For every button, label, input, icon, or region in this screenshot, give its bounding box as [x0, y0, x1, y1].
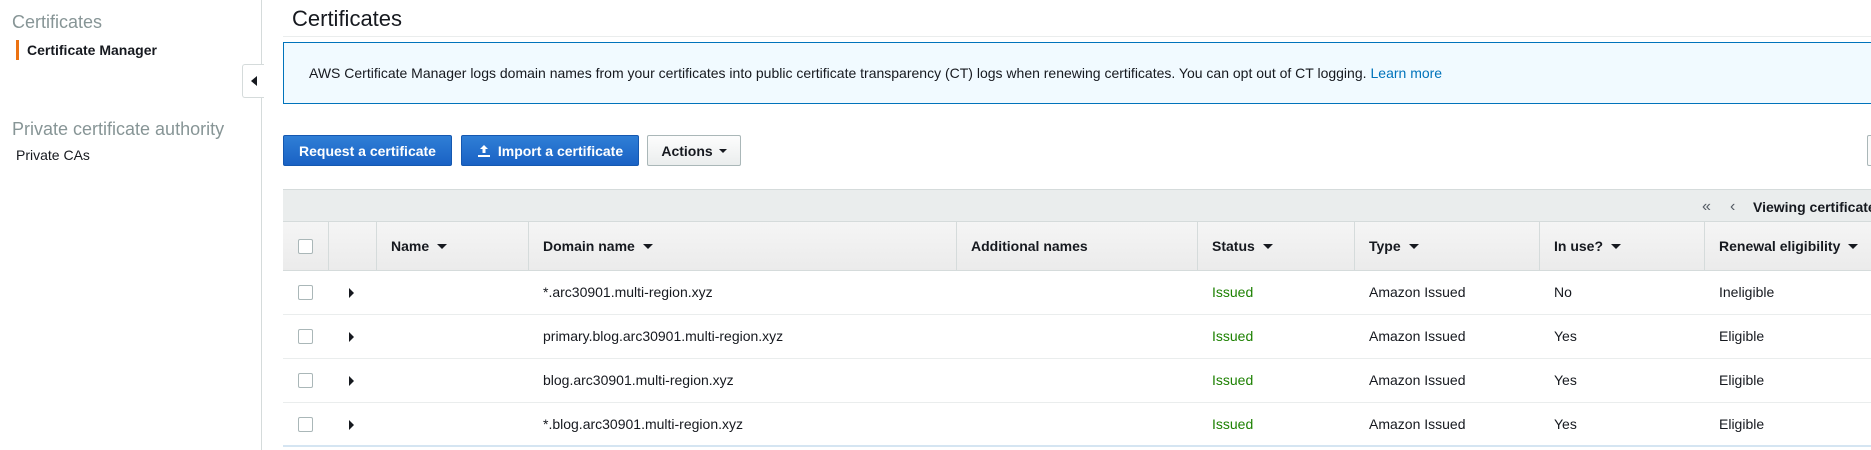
column-label-domain-name: Domain name [543, 238, 635, 254]
cell-renewal-eligibility: Eligible [1719, 328, 1765, 344]
pagination-text: Viewing certificate [1753, 199, 1871, 215]
sort-caret-icon [1262, 243, 1273, 249]
table-header: Name Domain name Additional names Status… [283, 221, 1871, 271]
sidebar-collapse-button[interactable] [242, 64, 264, 98]
request-certificate-label: Request a certificate [299, 142, 436, 159]
cell-domain-name: *.arc30901.multi-region.xyz [543, 284, 713, 300]
column-label-renewal-eligibility: Renewal eligibility [1719, 238, 1841, 254]
settings-button[interactable] [1867, 135, 1871, 166]
certificates-table: « ‹ Viewing certificate Name Domain name… [283, 189, 1871, 450]
cell-type: Amazon Issued [1369, 416, 1466, 432]
column-header-type[interactable]: Type [1355, 222, 1540, 270]
caret-right-icon[interactable] [349, 376, 354, 386]
cell-status: Issued [1212, 284, 1254, 300]
cell-status: Issued [1212, 372, 1254, 388]
learn-more-link[interactable]: Learn more [1371, 65, 1443, 81]
cell-type: Amazon Issued [1369, 372, 1466, 388]
column-label-name: Name [391, 238, 430, 254]
cell-domain-name: primary.blog.arc30901.multi-region.xyz [543, 328, 784, 344]
ct-logging-info-banner: AWS Certificate Manager logs domain name… [283, 42, 1871, 104]
cell-in-use: No [1554, 284, 1572, 300]
cell-in-use: Yes [1554, 328, 1577, 344]
select-all-checkbox[interactable] [298, 238, 313, 254]
expand-column-header [329, 222, 377, 270]
cell-type: Amazon Issued [1369, 328, 1466, 344]
cell-in-use: Yes [1554, 416, 1577, 432]
row-checkbox[interactable] [298, 329, 313, 344]
caret-left-icon [250, 76, 257, 86]
chevron-down-icon [718, 148, 727, 153]
cell-renewal-eligibility: Eligible [1719, 372, 1765, 388]
column-header-domain-name[interactable]: Domain name [529, 222, 957, 270]
sidebar: Certificates Certificate Manager Private… [0, 0, 262, 450]
table-row[interactable]: *.arc30901.multi-region.xyz Issued Amazo… [283, 271, 1871, 315]
actions-label: Actions [661, 142, 713, 159]
sidebar-item-private-cas[interactable]: Private CAs [16, 147, 90, 163]
select-all-header [283, 222, 329, 270]
sort-caret-icon [1408, 243, 1419, 249]
cell-in-use: Yes [1554, 372, 1577, 388]
sort-caret-icon [642, 243, 653, 249]
column-label-in-use: In use? [1554, 238, 1604, 254]
table-row[interactable]: primary.blog.arc30901.multi-region.xyz I… [283, 315, 1871, 359]
banner-text: AWS Certificate Manager logs domain name… [309, 65, 1367, 81]
sidebar-section-private-ca: Private certificate authority [12, 119, 225, 139]
column-header-name[interactable]: Name [377, 222, 529, 270]
cell-status: Issued [1212, 416, 1254, 432]
sort-caret-icon [1848, 243, 1859, 249]
import-certificate-label: Import a certificate [497, 142, 624, 159]
row-checkbox[interactable] [298, 373, 313, 388]
actions-dropdown-button[interactable]: Actions [647, 135, 741, 166]
column-header-renewal-eligibility[interactable]: Renewal eligibility [1705, 222, 1871, 270]
import-certificate-button[interactable]: Import a certificate [461, 135, 639, 166]
sidebar-section-certificates: Certificates [12, 12, 103, 32]
table-row[interactable]: *.blog.arc30901.multi-region.xyz Issued … [283, 403, 1871, 447]
column-header-status[interactable]: Status [1198, 222, 1355, 270]
chevron-left-icon[interactable]: ‹ [1730, 198, 1735, 216]
double-chevron-left-icon[interactable]: « [1702, 198, 1711, 216]
caret-right-icon[interactable] [349, 288, 354, 298]
column-label-status: Status [1212, 238, 1255, 254]
title-divider [283, 36, 1871, 37]
sort-caret-icon [437, 243, 448, 249]
sidebar-item-certificate-manager[interactable]: Certificate Manager [16, 40, 157, 60]
caret-right-icon[interactable] [349, 332, 354, 342]
cell-renewal-eligibility: Ineligible [1719, 284, 1775, 300]
page-title: Certificates [292, 6, 403, 31]
acm-console: Certificates Certificate Manager Private… [0, 0, 1871, 450]
upload-icon [477, 144, 490, 157]
sort-caret-icon [1611, 243, 1622, 249]
column-header-additional-names: Additional names [957, 222, 1198, 270]
row-checkbox[interactable] [298, 285, 313, 300]
cell-status: Issued [1212, 328, 1254, 344]
column-header-in-use[interactable]: In use? [1540, 222, 1705, 270]
caret-right-icon[interactable] [349, 420, 354, 430]
table-row[interactable]: blog.arc30901.multi-region.xyz Issued Am… [283, 359, 1871, 403]
cell-type: Amazon Issued [1369, 284, 1466, 300]
column-label-type: Type [1369, 238, 1401, 254]
row-checkbox[interactable] [298, 417, 313, 432]
cell-domain-name: *.blog.arc30901.multi-region.xyz [543, 416, 743, 432]
request-certificate-button[interactable]: Request a certificate [283, 135, 452, 166]
cell-domain-name: blog.arc30901.multi-region.xyz [543, 372, 734, 388]
column-label-additional-names: Additional names [971, 238, 1088, 254]
cell-renewal-eligibility: Eligible [1719, 416, 1765, 432]
pagination-bar: « ‹ Viewing certificate [283, 189, 1871, 221]
